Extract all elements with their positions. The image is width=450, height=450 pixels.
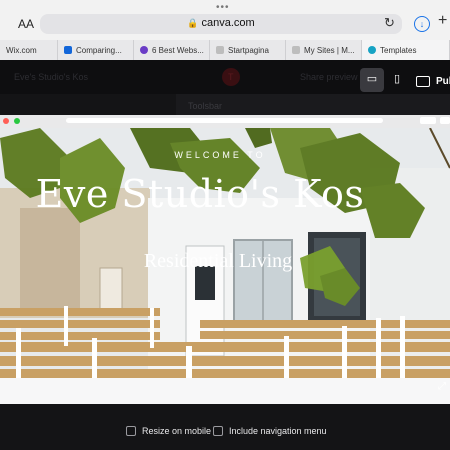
planet-icon [140, 46, 148, 54]
expand-icon[interactable]: ⤢ [438, 381, 446, 392]
text-size-button[interactable]: AA [18, 17, 34, 31]
download-icon[interactable]: ↓ [414, 16, 430, 32]
page-icon [292, 46, 300, 54]
resize-checkbox[interactable] [126, 426, 136, 436]
tab-my-sites[interactable]: My Sites | M... [286, 40, 362, 60]
tab-comparing[interactable]: Comparing... [58, 40, 134, 60]
preview-window-button [440, 117, 450, 124]
preview-window-bar [0, 115, 450, 128]
mobile-view-button[interactable]: ▯ [385, 68, 409, 92]
cloud-icon [64, 46, 72, 54]
publish-icon [416, 75, 430, 87]
hero-section: WELCOME TO Eve Studio's Kos Residential … [0, 128, 450, 378]
resize-label: Resize on mobile [142, 426, 212, 436]
mobile-icon: ▯ [393, 73, 401, 85]
preview-address-bar [66, 118, 383, 123]
tab-bar: Wix.com Comparing... 6 Best Webs... Star… [0, 40, 450, 61]
url-text: canva.com [201, 17, 255, 29]
tab-wix[interactable]: Wix.com [0, 40, 58, 60]
page-icon [216, 46, 224, 54]
publish-button[interactable]: Pub [416, 70, 450, 92]
ghost-design-name: Eve's Studio's Kos [14, 72, 88, 82]
address-bar[interactable]: 🔒 canva.com [40, 14, 402, 34]
canva-icon [368, 46, 376, 54]
ghost-toolbar: Toolsbar [176, 94, 450, 116]
include-nav-option[interactable]: Include navigation menu [213, 426, 327, 436]
zoom-dot [14, 118, 20, 124]
preview-window-button [420, 117, 436, 124]
desktop-view-button[interactable]: ▭ [360, 68, 384, 92]
include-nav-label: Include navigation menu [229, 426, 327, 436]
preview-below-hero [0, 378, 450, 404]
tab-templates[interactable]: Templates [362, 40, 450, 60]
include-nav-checkbox[interactable] [213, 426, 223, 436]
ghost-share: Share preview [300, 72, 358, 82]
desktop-icon: ▭ [366, 73, 378, 85]
site-subtitle: Residential Living [143, 250, 293, 272]
browser-toolbar: ••• AA 🔒 canva.com ↻ ↓ + [0, 0, 450, 40]
close-dot [3, 118, 9, 124]
new-tab-icon[interactable]: + [438, 12, 447, 30]
welcome-text: WELCOME TO [174, 150, 266, 160]
more-dots[interactable]: ••• [216, 2, 230, 13]
tab-best-websites[interactable]: 6 Best Webs... [134, 40, 210, 60]
reload-icon[interactable]: ↻ [384, 15, 395, 31]
ghost-avatar-letter: T [228, 72, 234, 82]
resize-on-mobile-option[interactable]: Resize on mobile [126, 426, 211, 436]
lock-icon: 🔒 [187, 18, 199, 28]
site-title: Eve Studio's Kos [35, 172, 365, 216]
tab-startpagina[interactable]: Startpagina [210, 40, 286, 60]
